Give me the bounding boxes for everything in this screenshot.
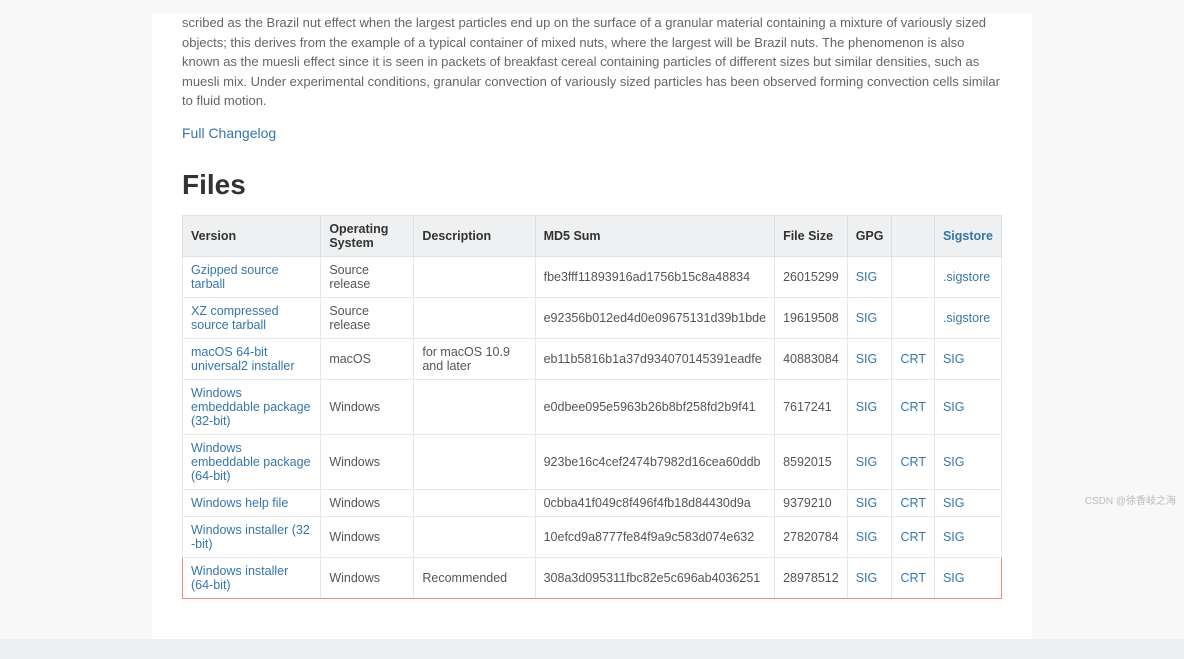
table-row: Windows embeddable package (64-bit)Windo…: [183, 434, 1002, 489]
size-cell: 26015299: [775, 256, 848, 297]
version-link[interactable]: Windows embeddable package (64-bit): [191, 441, 311, 483]
table-row: macOS 64-bit universal2 installer macOSfo…: [183, 338, 1002, 379]
os-cell: Source release: [321, 297, 414, 338]
sigstore-link[interactable]: SIG: [943, 530, 965, 544]
table-header: Description: [414, 215, 535, 256]
table-row: Windows embeddable package (32-bit)Windo…: [183, 379, 1002, 434]
table-header: [892, 215, 934, 256]
desc-cell: Recommended: [414, 557, 535, 598]
version-link[interactable]: Windows installer (64-bit): [191, 564, 288, 592]
table-header: Version: [183, 215, 321, 256]
gpg-sig-link[interactable]: SIG: [856, 400, 878, 414]
size-cell: 28978512: [775, 557, 848, 598]
md5-cell: 0cbba41f049c8f496f4fb18d84430d9a: [535, 489, 774, 516]
version-link[interactable]: macOS 64-bit universal2 installer: [191, 345, 295, 373]
version-link[interactable]: Windows embeddable package (32-bit): [191, 386, 311, 428]
sigstore-header-link[interactable]: Sigstore: [943, 229, 993, 243]
md5-cell: 308a3d095311fbc82e5c696ab4036251: [535, 557, 774, 598]
sigstore-link[interactable]: SIG: [943, 496, 965, 510]
md5-cell: eb11b5816b1a37d934070145391eadfe: [535, 338, 774, 379]
table-row: XZ compressed source tarball Source relea…: [183, 297, 1002, 338]
desc-cell: [414, 256, 535, 297]
size-cell: 27820784: [775, 516, 848, 557]
files-heading: Files: [182, 169, 1002, 201]
os-cell: Windows: [321, 489, 414, 516]
table-header: MD5 Sum: [535, 215, 774, 256]
os-cell: macOS: [321, 338, 414, 379]
desc-cell: [414, 516, 535, 557]
footer-bar: [0, 639, 1184, 659]
sigstore-link[interactable]: SIG: [943, 352, 965, 366]
files-table: VersionOperating SystemDescriptionMD5 Su…: [182, 215, 1002, 599]
gpg-sig-link[interactable]: SIG: [856, 530, 878, 544]
os-cell: Windows: [321, 379, 414, 434]
os-cell: Source release: [321, 256, 414, 297]
table-header: GPG: [847, 215, 892, 256]
full-changelog-link[interactable]: Full Changelog: [182, 125, 276, 141]
sigstore-link[interactable]: .sigstore: [943, 311, 990, 325]
size-cell: 8592015: [775, 434, 848, 489]
desc-cell: for macOS 10.9 and later: [414, 338, 535, 379]
sigstore-link[interactable]: SIG: [943, 571, 965, 585]
version-link[interactable]: Gzipped source tarball: [191, 263, 279, 291]
page-content: scribed as the Brazil nut effect when th…: [152, 13, 1032, 639]
crt-link[interactable]: CRT: [900, 455, 925, 469]
table-row: Windows installer (32 -bit) Windows 10efcd…: [183, 516, 1002, 557]
version-link[interactable]: Windows installer (32 -bit): [191, 523, 310, 551]
sigstore-link[interactable]: SIG: [943, 400, 965, 414]
size-cell: 19619508: [775, 297, 848, 338]
gpg-sig-link[interactable]: SIG: [856, 455, 878, 469]
desc-cell: [414, 434, 535, 489]
table-header: File Size: [775, 215, 848, 256]
table-row: Gzipped source tarball Source release fbe3…: [183, 256, 1002, 297]
sigstore-link[interactable]: .sigstore: [943, 270, 990, 284]
gpg-sig-link[interactable]: SIG: [856, 352, 878, 366]
md5-cell: 923be16c4cef2474b7982d16cea60ddb: [535, 434, 774, 489]
crt-link[interactable]: CRT: [900, 571, 925, 585]
os-cell: Windows: [321, 434, 414, 489]
md5-cell: fbe3fff11893916ad1756b15c8a48834: [535, 256, 774, 297]
md5-cell: e0dbee095e5963b26b8bf258fd2b9f41: [535, 379, 774, 434]
crt-link[interactable]: CRT: [900, 352, 925, 366]
table-row: Windows help file Windows 0cbba41f049c8f49…: [183, 489, 1002, 516]
os-cell: Windows: [321, 516, 414, 557]
crt-link[interactable]: CRT: [900, 496, 925, 510]
crt-link[interactable]: CRT: [900, 530, 925, 544]
version-link[interactable]: Windows help file: [191, 496, 288, 510]
size-cell: 40883084: [775, 338, 848, 379]
gpg-sig-link[interactable]: SIG: [856, 270, 878, 284]
intro-paragraph: scribed as the Brazil nut effect when th…: [182, 13, 1002, 111]
desc-cell: [414, 297, 535, 338]
os-cell: Windows: [321, 557, 414, 598]
desc-cell: [414, 379, 535, 434]
md5-cell: 10efcd9a8777fe84f9a9c583d074e632: [535, 516, 774, 557]
size-cell: 7617241: [775, 379, 848, 434]
table-header: Operating System: [321, 215, 414, 256]
desc-cell: [414, 489, 535, 516]
gpg-sig-link[interactable]: SIG: [856, 311, 878, 325]
md5-cell: e92356b012ed4d0e09675131d39b1bde: [535, 297, 774, 338]
table-row: Windows installer (64-bit) WindowsRecomme…: [183, 557, 1002, 598]
gpg-sig-link[interactable]: SIG: [856, 496, 878, 510]
watermark: CSDN @徐香岐之海: [1085, 492, 1176, 507]
sigstore-link[interactable]: SIG: [943, 455, 965, 469]
gpg-sig-link[interactable]: SIG: [856, 571, 878, 585]
table-header: Sigstore: [934, 215, 1001, 256]
size-cell: 9379210: [775, 489, 848, 516]
crt-link[interactable]: CRT: [900, 400, 925, 414]
version-link[interactable]: XZ compressed source tarball: [191, 304, 279, 332]
